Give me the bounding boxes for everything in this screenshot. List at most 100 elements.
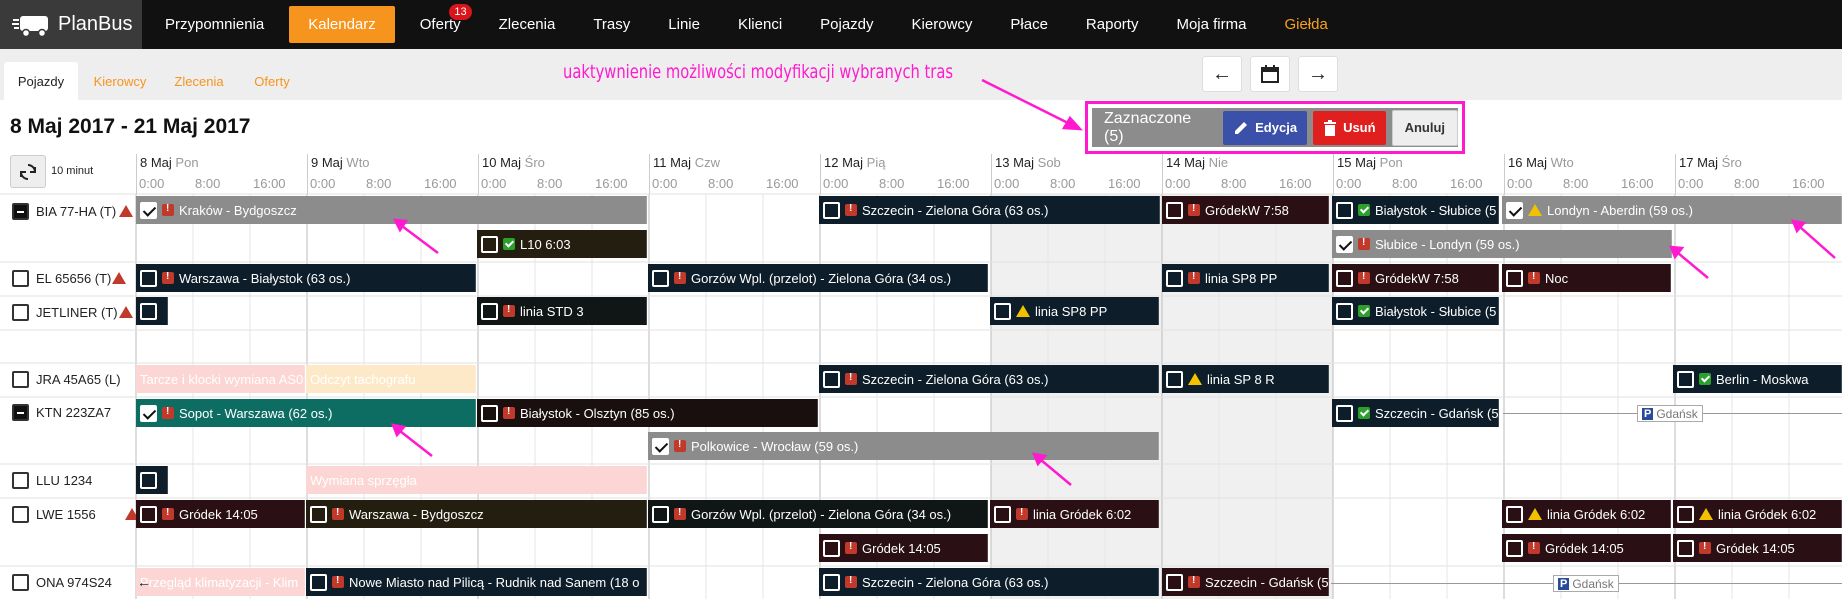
tab-pojazdy[interactable]: Pojazdy xyxy=(4,62,78,100)
next-week-button[interactable]: → xyxy=(1298,56,1338,92)
service-event[interactable]: Tarcze i klocki wymiana AS0 xyxy=(136,365,305,393)
event-checkbox[interactable] xyxy=(140,201,157,219)
event-checkbox[interactable] xyxy=(1336,235,1353,253)
event-checkbox[interactable] xyxy=(1336,302,1353,320)
row-checkbox[interactable] xyxy=(12,403,29,421)
cancel-button[interactable]: Anuluj xyxy=(1391,109,1458,146)
event-checkbox[interactable] xyxy=(1506,269,1523,287)
route-event[interactable]: linia SP8 PP xyxy=(990,297,1159,325)
logo[interactable]: PlanBus xyxy=(0,0,142,49)
row-checkbox[interactable] xyxy=(12,370,29,388)
service-event[interactable]: Odczyt tachografu xyxy=(306,365,476,393)
event-checkbox[interactable] xyxy=(1336,201,1353,219)
route-event[interactable]: Nowe Miasto nad Pilicą - Rudnik nad Sane… xyxy=(306,568,647,596)
row-checkbox[interactable] xyxy=(12,202,29,220)
parking-marker[interactable]: P Gdańsk xyxy=(1637,405,1703,422)
service-event[interactable]: Wymiana sprzęgła xyxy=(306,466,647,494)
nav-pojazdy[interactable]: Pojazdy xyxy=(801,0,892,49)
event-checkbox[interactable] xyxy=(652,505,669,523)
route-event[interactable]: GródekW 7:58 xyxy=(1332,264,1499,292)
nav-trasy[interactable]: Trasy xyxy=(574,0,649,49)
row-checkbox[interactable] xyxy=(12,269,29,287)
event-checkbox[interactable] xyxy=(1677,539,1694,557)
parking-marker[interactable]: P Gdańsk xyxy=(1553,575,1619,592)
vehicle-row-ktn223za7[interactable]: KTN 223ZA7 xyxy=(12,397,111,427)
row-checkbox[interactable] xyxy=(12,471,29,489)
row-checkbox[interactable] xyxy=(12,303,29,321)
route-event[interactable]: Białystok - Słubice (5 xyxy=(1332,297,1499,325)
event-checkbox[interactable] xyxy=(994,505,1011,523)
route-event[interactable]: Berlin - Moskwa xyxy=(1673,365,1842,393)
tab-kierowcy[interactable]: Kierowcy xyxy=(84,62,156,100)
vehicle-row-jra45a65[interactable]: JRA 45A65 (L) xyxy=(12,364,124,394)
nav-place[interactable]: Płace xyxy=(991,0,1067,49)
event-checkbox[interactable] xyxy=(1166,201,1183,219)
nav-linie[interactable]: Linie xyxy=(649,0,719,49)
event-checkbox[interactable] xyxy=(1506,539,1523,557)
calendar-button[interactable] xyxy=(1250,56,1290,92)
event-checkbox[interactable] xyxy=(823,539,840,557)
event-checkbox[interactable] xyxy=(140,404,157,422)
edit-button[interactable]: Edycja xyxy=(1223,110,1308,145)
vehicle-row-llu1234[interactable]: LLU 1234 xyxy=(12,465,92,495)
route-event[interactable]: Szczecin - Zielona Góra (63 os.) xyxy=(819,568,1159,596)
route-event[interactable]: Gorzów Wpl. (przelot) - Zielona Góra (34… xyxy=(648,264,988,292)
route-event[interactable]: Warszawa - Białystok (63 os.) xyxy=(136,264,476,292)
nav-gielda[interactable]: Giełda xyxy=(1265,0,1346,49)
route-event[interactable]: linia Gródek 6:02 xyxy=(990,500,1159,528)
event-checkbox[interactable] xyxy=(140,269,157,287)
event-checkbox[interactable] xyxy=(310,573,327,591)
route-event[interactable]: Polkowice - Wrocław (59 os.) xyxy=(648,432,1159,460)
service-event[interactable]: Przegląd klimatyzacji - Klim xyxy=(136,568,305,596)
route-event[interactable]: Gródek 14:05 xyxy=(1502,534,1671,562)
route-event[interactable] xyxy=(136,466,168,494)
route-event[interactable]: Noc xyxy=(1502,264,1671,292)
route-event[interactable]: Szczecin - Zielona Góra (63 os.) xyxy=(819,365,1159,393)
route-event[interactable]: linia STD 3 xyxy=(477,297,647,325)
route-event[interactable]: Białystok - Olsztyn (85 os.) xyxy=(477,399,818,427)
route-event[interactable]: Sopot - Warszawa (62 os.) xyxy=(136,399,476,427)
event-checkbox[interactable] xyxy=(1677,370,1694,388)
vehicle-row-el65656[interactable]: EL 65656 (T) xyxy=(12,263,127,293)
route-event[interactable]: Szczecin - Zielona Góra (63 os.) xyxy=(819,196,1160,224)
vehicle-row-jetliner[interactable]: JETLINER (T) xyxy=(12,297,133,327)
event-checkbox[interactable] xyxy=(1166,269,1183,287)
event-checkbox[interactable] xyxy=(140,302,157,320)
route-event[interactable]: linia SP8 PP xyxy=(1162,264,1329,292)
route-event[interactable]: linia Gródek 6:02 xyxy=(1673,500,1842,528)
row-checkbox[interactable] xyxy=(12,505,29,523)
event-checkbox[interactable] xyxy=(823,573,840,591)
route-event[interactable]: Gorzów Wpl. (przelot) - Zielona Góra (34… xyxy=(648,500,988,528)
event-checkbox[interactable] xyxy=(140,471,157,489)
event-checkbox[interactable] xyxy=(481,404,498,422)
tab-oferty[interactable]: Oferty xyxy=(242,62,302,100)
event-checkbox[interactable] xyxy=(481,235,498,253)
event-checkbox[interactable] xyxy=(1677,505,1694,523)
refresh-button[interactable] xyxy=(10,155,46,188)
route-event[interactable] xyxy=(136,297,168,325)
route-event[interactable]: L10 6:03 xyxy=(477,230,647,258)
route-event[interactable]: linia SP 8 R xyxy=(1162,365,1329,393)
event-checkbox[interactable] xyxy=(1336,404,1353,422)
event-checkbox[interactable] xyxy=(652,269,669,287)
route-event[interactable]: Gródek 14:05 xyxy=(1673,534,1842,562)
route-event[interactable]: linia Gródek 6:02 xyxy=(1502,500,1671,528)
nav-zlecenia[interactable]: Zlecenia xyxy=(480,0,575,49)
event-checkbox[interactable] xyxy=(1506,201,1523,219)
route-event[interactable]: Białystok - Słubice (5 xyxy=(1332,196,1499,224)
nav-przypomnienia[interactable]: Przypomnienia xyxy=(146,0,283,49)
delete-button[interactable]: Usuń xyxy=(1313,110,1386,145)
event-checkbox[interactable] xyxy=(652,437,669,455)
nav-kierowcy[interactable]: Kierowcy xyxy=(893,0,992,49)
route-event[interactable]: Gródek 14:05 xyxy=(819,534,988,562)
route-event[interactable]: Gródek 14:05 xyxy=(136,500,305,528)
event-checkbox[interactable] xyxy=(1166,573,1183,591)
route-event[interactable]: Szczecin - Gdańsk (5 xyxy=(1162,568,1329,596)
nav-oferty[interactable]: Oferty 13 xyxy=(401,0,480,49)
event-checkbox[interactable] xyxy=(1506,505,1523,523)
event-checkbox[interactable] xyxy=(823,201,840,219)
nav-klienci[interactable]: Klienci xyxy=(719,0,801,49)
route-event[interactable]: Szczecin - Gdańsk (5 xyxy=(1332,399,1499,427)
route-event[interactable]: Kraków - Bydgoszcz xyxy=(136,196,647,224)
route-event[interactable]: Słubice - Londyn (59 os.) xyxy=(1332,230,1672,258)
